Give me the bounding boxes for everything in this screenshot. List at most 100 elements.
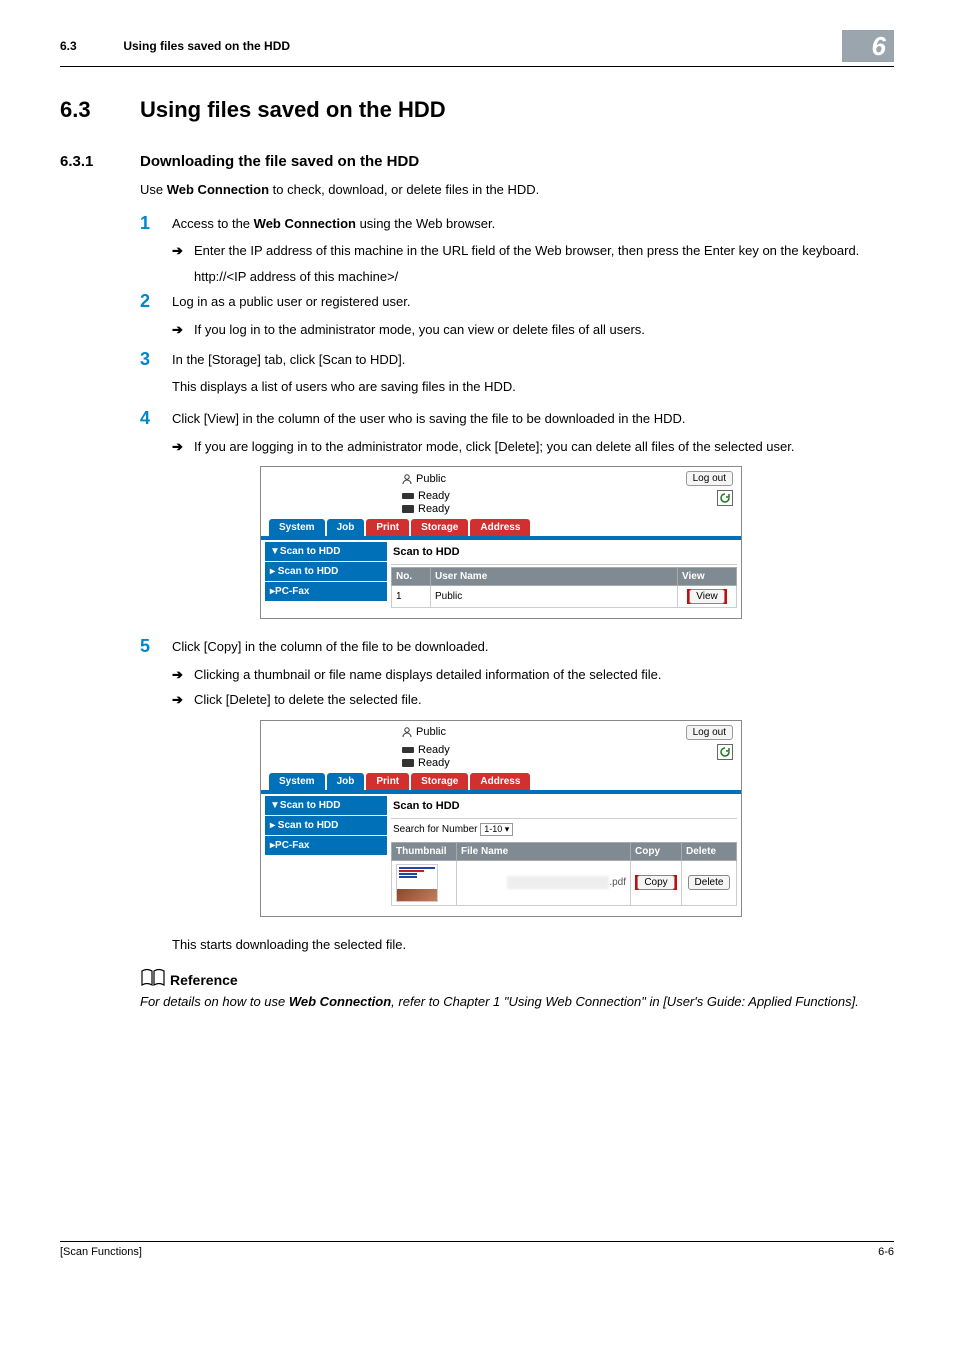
sidebar: ▼Scan to HDD ▸ Scan to HDD ▸PC-Fax	[265, 542, 387, 608]
th-no: No.	[392, 568, 431, 586]
th-file: File Name	[457, 842, 631, 860]
table-row: .pdf Copy Delete	[392, 860, 737, 905]
tab-system[interactable]: System	[269, 519, 325, 536]
book-icon	[140, 968, 166, 988]
table-row: 1 Public View	[392, 586, 737, 608]
step-3-cont: This displays a list of users who are sa…	[172, 377, 894, 397]
header-section-num: 6.3	[60, 39, 120, 53]
cell-user: Public	[431, 586, 678, 608]
step-text: In the [Storage] tab, click [Scan to HDD…	[172, 350, 894, 370]
arrow-icon: ➔	[172, 665, 194, 685]
sidebar: ▼Scan to HDD ▸ Scan to HDD ▸PC-Fax	[265, 796, 387, 906]
highlight-view: View	[687, 589, 727, 604]
sidebar-item-pcfax[interactable]: ▸PC-Fax	[265, 836, 387, 856]
step-3: 3 In the [Storage] tab, click [Scan to H…	[140, 350, 894, 370]
subsection-title: Downloading the file saved on the HDD	[140, 153, 419, 170]
sidebar-item-scan-hdd[interactable]: ▼Scan to HDD	[265, 542, 387, 562]
step-1: 1 Access to the Web Connection using the…	[140, 214, 894, 234]
step-5-bullet-1: ➔ Clicking a thumbnail or file name disp…	[172, 665, 894, 685]
arrow-icon: ➔	[172, 320, 194, 340]
subsection-num: 6.3.1	[60, 153, 140, 170]
file-table: Thumbnail File Name Copy Delete	[391, 842, 737, 906]
refresh-icon	[720, 493, 730, 503]
cell-no: 1	[392, 586, 431, 608]
step-2-bullet: ➔ If you log in to the administrator mod…	[172, 320, 894, 340]
printer-icon	[401, 745, 415, 755]
user-icon	[401, 726, 413, 738]
screenshot-file-list: Public Log out Ready Ready System Job Pr…	[260, 720, 742, 917]
copy-button[interactable]: Copy	[637, 875, 674, 890]
tab-print[interactable]: Print	[366, 519, 409, 536]
logged-user: Public	[401, 726, 446, 738]
user-table: No. User Name View 1 Public View	[391, 567, 737, 608]
step-text: Click [Copy] in the column of the file t…	[172, 637, 894, 657]
tab-job[interactable]: Job	[327, 519, 365, 536]
step-number: 1	[140, 214, 172, 234]
section-title: Using files saved on the HDD	[140, 97, 446, 122]
header-left: 6.3 Using files saved on the HDD	[60, 39, 290, 53]
sidebar-item-scan-hdd-sub[interactable]: ▸ Scan to HDD	[265, 562, 387, 582]
user-icon	[401, 473, 413, 485]
cell-filename[interactable]: .pdf	[457, 860, 631, 905]
logout-button[interactable]: Log out	[686, 471, 733, 486]
intro-text: Use Web Connection to check, download, o…	[140, 180, 894, 200]
tabs: System Job Print Storage Address	[261, 519, 741, 536]
section-num: 6.3	[60, 97, 140, 123]
tab-system[interactable]: System	[269, 773, 325, 790]
view-button[interactable]: View	[689, 589, 725, 604]
th-delete: Delete	[682, 842, 737, 860]
step-number: 4	[140, 409, 172, 429]
scanner-icon	[401, 758, 415, 768]
tabs: System Job Print Storage Address	[261, 773, 741, 790]
step-4: 4 Click [View] in the column of the user…	[140, 409, 894, 429]
logout-button[interactable]: Log out	[686, 725, 733, 740]
footer-left: [Scan Functions]	[60, 1246, 142, 1258]
sidebar-item-pcfax[interactable]: ▸PC-Fax	[265, 582, 387, 602]
step-number: 2	[140, 292, 172, 312]
subsection-heading: 6.3.1Downloading the file saved on the H…	[60, 153, 894, 170]
refresh-button[interactable]	[717, 490, 733, 506]
cell-thumb[interactable]	[392, 860, 457, 905]
arrow-icon: ➔	[172, 437, 194, 457]
tab-print[interactable]: Print	[366, 773, 409, 790]
reference-heading: Reference	[140, 968, 894, 988]
th-view: View	[678, 568, 737, 586]
panel-title: Scan to HDD	[391, 796, 737, 819]
search-row: Search for Number 1-10 ▾	[391, 821, 737, 842]
tab-address[interactable]: Address	[470, 519, 530, 536]
thumbnail-icon	[396, 864, 438, 902]
scanner-icon	[401, 504, 415, 514]
reference-text: For details on how to use Web Connection…	[140, 992, 894, 1012]
search-select[interactable]: 1-10 ▾	[480, 823, 513, 836]
step-text: Log in as a public user or registered us…	[172, 292, 894, 312]
closing-text: This starts downloading the selected fil…	[172, 935, 894, 955]
tab-job[interactable]: Job	[327, 773, 365, 790]
refresh-button[interactable]	[717, 744, 733, 760]
step-1-cont: http://<IP address of this machine>/	[172, 267, 894, 287]
th-user: User Name	[431, 568, 678, 586]
step-5-bullet-2: ➔ Click [Delete] to delete the selected …	[172, 690, 894, 710]
th-thumb: Thumbnail	[392, 842, 457, 860]
panel-title: Scan to HDD	[391, 542, 737, 565]
delete-button[interactable]: Delete	[688, 875, 731, 890]
step-number: 3	[140, 350, 172, 370]
running-header: 6.3 Using files saved on the HDD 6	[60, 30, 894, 67]
screenshot-user-list: Public Log out Ready Ready System Job Pr…	[260, 466, 742, 619]
footer-right: 6-6	[878, 1246, 894, 1258]
highlight-copy: Copy	[635, 875, 676, 890]
step-text: Access to the Web Connection using the W…	[172, 214, 894, 234]
chapter-badge: 6	[842, 30, 894, 62]
header-title: Using files saved on the HDD	[123, 39, 290, 53]
tab-storage[interactable]: Storage	[411, 519, 468, 536]
step-2: 2 Log in as a public user or registered …	[140, 292, 894, 312]
step-4-bullet: ➔ If you are logging in to the administr…	[172, 437, 894, 457]
sidebar-item-scan-hdd[interactable]: ▼Scan to HDD	[265, 796, 387, 816]
section-heading: 6.3Using files saved on the HDD	[60, 97, 894, 123]
tab-storage[interactable]: Storage	[411, 773, 468, 790]
refresh-icon	[720, 747, 730, 757]
step-text: Click [View] in the column of the user w…	[172, 409, 894, 429]
sidebar-item-scan-hdd-sub[interactable]: ▸ Scan to HDD	[265, 816, 387, 836]
arrow-icon: ➔	[172, 690, 194, 710]
arrow-icon: ➔	[172, 241, 194, 261]
tab-address[interactable]: Address	[470, 773, 530, 790]
